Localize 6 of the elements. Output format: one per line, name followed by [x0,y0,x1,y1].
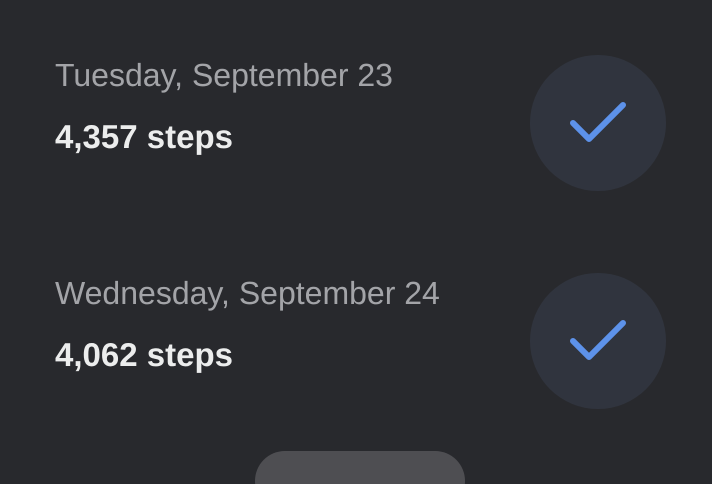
day-date: Wednesday, September 24 [55,276,440,312]
check-icon [569,101,627,145]
step-count: 4,062 steps [55,337,233,374]
check-icon [569,319,627,363]
step-count: 4,357 steps [55,119,233,156]
day-date: Tuesday, September 23 [55,58,393,94]
